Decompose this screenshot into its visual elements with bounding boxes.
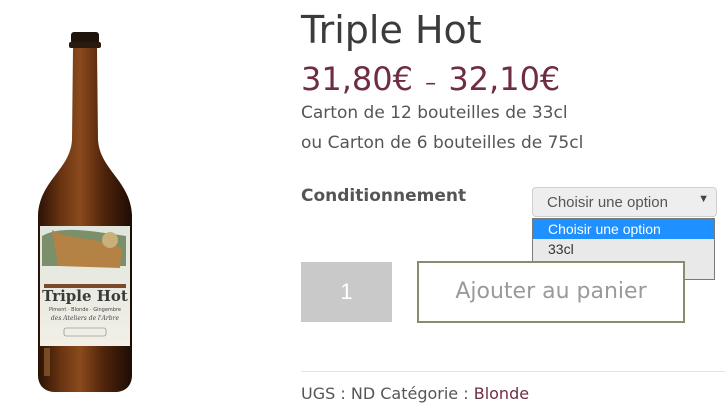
bottle-label-brewery: des Ateliers de l'Arbre bbox=[51, 315, 120, 322]
product-image[interactable]: Triple Hot Piment · Blonde · Gingembre d… bbox=[30, 30, 160, 395]
description-line: ou Carton de 6 bouteilles de 75cl bbox=[301, 133, 584, 153]
dropdown-option-33cl[interactable]: 33cl bbox=[533, 239, 714, 259]
bottle-label-subtitle: Piment · Blonde · Gingembre bbox=[49, 307, 121, 313]
chevron-down-icon: ▼ bbox=[698, 193, 709, 205]
product-meta: UGS : ND Catégorie : Blonde bbox=[301, 384, 529, 403]
bottle-label-title: Triple Hot bbox=[42, 287, 128, 305]
sku-value: ND bbox=[350, 384, 376, 403]
product-title: Triple Hot bbox=[301, 8, 482, 52]
variation-select-value: Choisir une option bbox=[547, 194, 668, 211]
price-max: 32,10€ bbox=[448, 60, 561, 98]
product-price: 31,80€ – 32,10€ bbox=[301, 60, 560, 98]
variation-label: Conditionnement bbox=[301, 186, 467, 206]
category-label: Catégorie : bbox=[380, 384, 469, 403]
beer-bottle-image: Triple Hot Piment · Blonde · Gingembre d… bbox=[38, 32, 132, 392]
add-to-cart-button[interactable]: Ajouter au panier bbox=[417, 261, 685, 323]
category-link[interactable]: Blonde bbox=[474, 384, 529, 403]
price-min: 31,80€ bbox=[301, 60, 413, 98]
variation-select[interactable]: Choisir une option ▼ bbox=[532, 187, 717, 217]
sku-label: UGS : bbox=[301, 384, 346, 403]
divider bbox=[301, 371, 725, 372]
product-short-description: Carton de 12 bouteilles de 33cl ou Carto… bbox=[301, 98, 583, 158]
dropdown-option-choose[interactable]: Choisir une option bbox=[533, 219, 714, 239]
price-separator: – bbox=[425, 71, 437, 96]
description-line: Carton de 12 bouteilles de 33cl bbox=[301, 103, 568, 123]
quantity-input[interactable]: 1 bbox=[301, 262, 392, 322]
